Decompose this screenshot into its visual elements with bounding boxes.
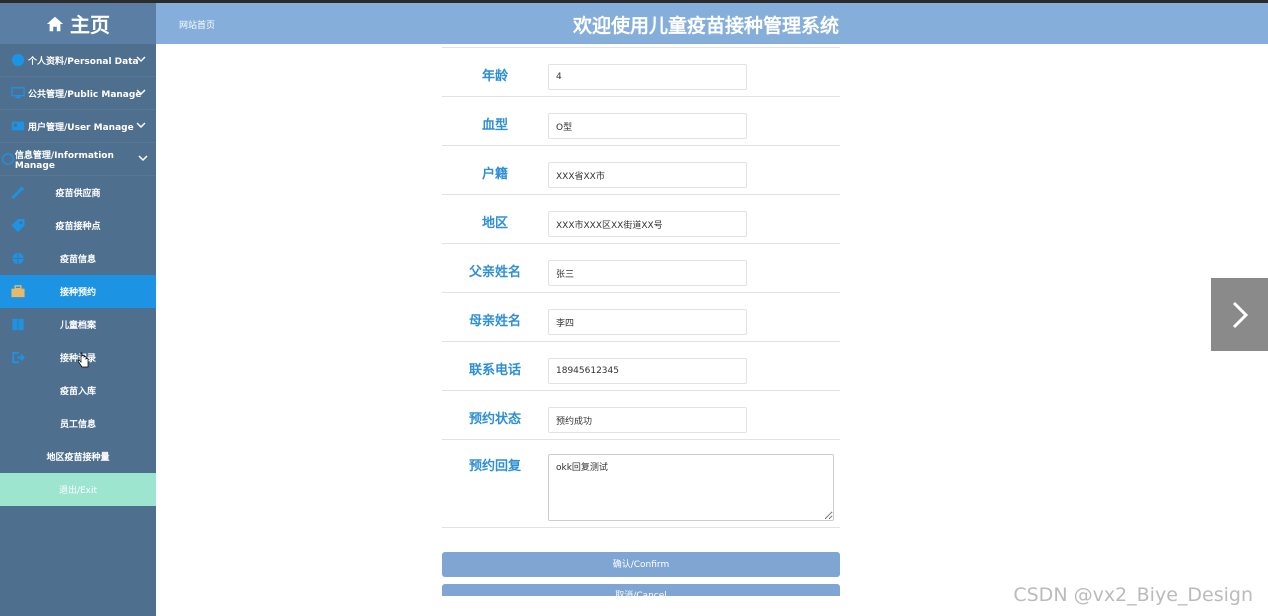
form-row-region: 地区 xyxy=(442,195,840,244)
household-field[interactable] xyxy=(548,162,747,188)
father-name-label: 父亲姓名 xyxy=(468,265,521,280)
cancel-button[interactable]: 取消/Cancel xyxy=(442,584,840,596)
chevron-down-icon xyxy=(138,155,148,162)
form-row-phone: 联系电话 xyxy=(442,342,840,391)
tag-icon xyxy=(11,218,25,233)
sidebar-item-vaccine-info[interactable]: 疫苗信息 xyxy=(0,242,156,275)
globe-icon xyxy=(11,53,25,67)
region-label: 地区 xyxy=(481,216,508,231)
next-slide-button[interactable] xyxy=(1211,278,1268,351)
form-row-mother-name: 母亲姓名 xyxy=(442,293,840,342)
sidebar-group-label: 信息管理/Information Manage xyxy=(14,150,114,171)
sidebar-item-vaccination-site[interactable]: 疫苗接种点 xyxy=(0,209,156,242)
sidebar-item-vaccine-stock-in[interactable]: 疫苗入库 xyxy=(0,374,156,407)
sidebar-home-label: 主页 xyxy=(70,13,110,37)
syringe-icon xyxy=(11,186,25,200)
sidebar-item-staff-info[interactable]: 员工信息 xyxy=(0,407,156,440)
sidebar-group-user-manage[interactable]: 用户管理/User Manage xyxy=(0,110,156,143)
appointment-reply-textarea[interactable]: okk回复测试 xyxy=(548,454,834,521)
sidebar-item-appointment[interactable]: 接种预约 xyxy=(0,275,156,308)
mother-name-field[interactable] xyxy=(548,309,747,335)
briefcase-icon xyxy=(11,285,25,298)
sidebar-group-information-manage[interactable]: 信息管理/Information Manage xyxy=(0,143,156,176)
sidebar-group-label: 个人资料/Personal Data xyxy=(28,56,139,67)
sidebar-home[interactable]: 主页 xyxy=(0,3,156,44)
chevron-right-icon xyxy=(1232,301,1248,328)
sidebar-item-vaccine-supplier[interactable]: 疫苗供应商 xyxy=(0,176,156,209)
sidebar: 主页 个人资料/Personal Data 公共管理/Public Manage… xyxy=(0,3,156,616)
sidebar-item-label: 地区疫苗接种量 xyxy=(46,453,110,463)
page-title: 欢迎使用儿童疫苗接种管理系统 xyxy=(572,15,839,37)
sidebar-group-label: 公共管理/Public Manage xyxy=(28,89,142,100)
book-icon xyxy=(12,318,24,331)
appointment-form: 年龄 血型 户籍 地区 父亲姓名 母亲姓名 联系电话 预约状态 预约回复 okk… xyxy=(442,44,840,528)
chevron-down-icon xyxy=(136,89,146,96)
globe-icon xyxy=(12,252,24,265)
sign-out-icon xyxy=(12,351,25,364)
age-field[interactable] xyxy=(548,64,747,90)
exit-button[interactable]: 退出/Exit xyxy=(0,473,156,506)
household-label: 户籍 xyxy=(481,167,508,182)
form-row-blood-type: 血型 xyxy=(442,97,840,146)
form-row-appointment-reply: 预约回复 okk回复测试 xyxy=(442,440,840,528)
sidebar-group-public-manage[interactable]: 公共管理/Public Manage xyxy=(0,77,156,110)
father-name-field[interactable] xyxy=(548,260,747,286)
info-circle-icon xyxy=(2,153,14,165)
appointment-reply-label: 预约回复 xyxy=(468,459,521,474)
sidebar-item-label: 员工信息 xyxy=(59,420,96,430)
sidebar-group-label: 用户管理/User Manage xyxy=(28,122,134,133)
monitor-icon xyxy=(11,87,25,99)
chevron-down-icon xyxy=(136,122,146,129)
header: 网站首页 欢迎使用儿童疫苗接种管理系统 xyxy=(156,3,1268,44)
age-label: 年龄 xyxy=(481,69,508,84)
home-icon xyxy=(46,16,64,31)
form-row-age: 年龄 xyxy=(442,48,840,97)
appointment-status-label: 预约状态 xyxy=(468,412,521,427)
region-field[interactable] xyxy=(548,211,747,237)
mouse-cursor-icon xyxy=(78,352,89,368)
blood-type-field[interactable] xyxy=(548,113,747,139)
form-row-household: 户籍 xyxy=(442,146,840,195)
sidebar-item-regional-vaccination[interactable]: 地区疫苗接种量 xyxy=(0,440,156,473)
id-card-icon xyxy=(11,121,25,131)
phone-field[interactable] xyxy=(548,358,747,384)
sidebar-item-label: 疫苗入库 xyxy=(59,387,96,397)
appointment-status-field[interactable] xyxy=(548,407,747,433)
phone-label: 联系电话 xyxy=(468,363,521,378)
form-row-father-name: 父亲姓名 xyxy=(442,244,840,293)
form-row-appointment-status: 预约状态 xyxy=(442,391,840,440)
blood-type-label: 血型 xyxy=(481,118,508,133)
sidebar-group-personal-data[interactable]: 个人资料/Personal Data xyxy=(0,44,156,77)
watermark: CSDN @vx2_Biye_Design xyxy=(1013,584,1253,606)
sidebar-item-child-records[interactable]: 儿童档案 xyxy=(0,308,156,341)
mother-name-label: 母亲姓名 xyxy=(468,314,521,329)
chevron-down-icon xyxy=(136,56,146,63)
confirm-button[interactable]: 确认/Confirm xyxy=(442,552,840,577)
